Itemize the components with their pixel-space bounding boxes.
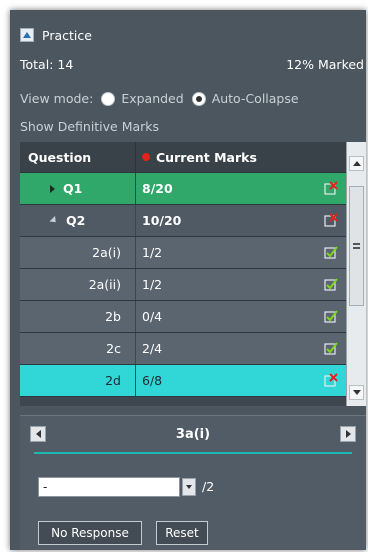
- radio-expanded-label[interactable]: Expanded: [121, 91, 183, 106]
- radio-auto-collapse[interactable]: [191, 91, 206, 106]
- table-row[interactable]: Q1 8/20: [20, 173, 346, 205]
- question-label: Q2: [66, 213, 86, 228]
- cross-icon: [324, 213, 338, 227]
- column-question[interactable]: Question: [20, 142, 136, 172]
- mark-select[interactable]: -: [38, 477, 180, 497]
- check-icon: [324, 310, 338, 323]
- grid-scrollbar[interactable]: [346, 142, 366, 406]
- marks-value: 1/2: [142, 277, 163, 292]
- grid-rows: Q1 8/20 Q2 10/20 2a(i) 1/2 2a(ii) 1/2 2b 0/4 2c 2/4…: [20, 173, 346, 397]
- show-definitive-marks-link[interactable]: Show Definitive Marks: [20, 119, 159, 134]
- view-mode-label: View mode:: [20, 91, 94, 106]
- question-cell: 2a(i): [20, 237, 136, 268]
- scroll-down-icon[interactable]: [349, 385, 364, 400]
- scroll-up-icon[interactable]: [349, 156, 364, 171]
- marks-cell: 8/20: [136, 173, 346, 204]
- marking-panel: Practice Total: 14 12% Marked View mode:…: [10, 10, 366, 550]
- table-row[interactable]: Q2 10/20: [20, 205, 346, 237]
- reset-button[interactable]: Reset: [156, 521, 208, 545]
- no-response-button[interactable]: No Response: [38, 521, 142, 545]
- marks-value: 1/2: [142, 245, 163, 260]
- collapsed-arrow-icon[interactable]: [50, 184, 55, 193]
- marks-cell: 10/20: [136, 205, 346, 236]
- current-question-label: 3a(i): [175, 427, 211, 442]
- alert-dot-icon: [142, 153, 150, 161]
- question-cell: 2d: [20, 365, 136, 396]
- expanded-arrow-icon[interactable]: [49, 215, 59, 226]
- marked-percentage: 12% Marked: [286, 57, 364, 72]
- accent-divider: [34, 452, 352, 454]
- question-label: 2b: [105, 309, 121, 324]
- panel-header: Practice: [20, 26, 92, 44]
- max-mark-label: /2: [202, 479, 215, 494]
- radio-auto-collapse-label[interactable]: Auto-Collapse: [212, 91, 299, 106]
- chevron-down-icon[interactable]: [182, 478, 196, 496]
- next-question-icon[interactable]: [340, 426, 356, 442]
- grid-header: Question Current Marks: [20, 142, 346, 173]
- table-row[interactable]: 2a(ii) 1/2: [20, 269, 346, 301]
- marks-value: 6/8: [142, 373, 163, 388]
- question-label: 2c: [106, 341, 121, 356]
- question-cell: 2b: [20, 301, 136, 332]
- marks-cell: 1/2: [136, 269, 346, 300]
- question-label: 2a(ii): [88, 277, 121, 292]
- marks-cell: 1/2: [136, 237, 346, 268]
- cross-icon: [324, 373, 338, 387]
- column-current-marks[interactable]: Current Marks: [136, 142, 346, 172]
- question-cell: Q2: [20, 205, 136, 236]
- question-navigator: 3a(i): [28, 424, 358, 446]
- marks-value: 8/20: [142, 181, 173, 196]
- table-row[interactable]: 2c 2/4: [20, 333, 346, 365]
- panel-title: Practice: [42, 27, 92, 43]
- check-icon: [324, 342, 338, 355]
- table-row[interactable]: 2d 6/8: [20, 365, 346, 397]
- question-cell: Q1: [20, 173, 136, 204]
- view-mode-group: View mode: Expanded Auto-Collapse: [20, 91, 299, 106]
- marks-value: 2/4: [142, 341, 163, 356]
- radio-expanded[interactable]: [101, 91, 116, 106]
- total-count: Total: 14: [20, 57, 74, 72]
- marks-cell: 0/4: [136, 301, 346, 332]
- question-label: 2a(i): [92, 245, 121, 260]
- scroll-thumb[interactable]: [349, 186, 364, 306]
- marks-value: 10/20: [142, 213, 182, 228]
- check-icon: [324, 246, 338, 259]
- table-row[interactable]: 2b 0/4: [20, 301, 346, 333]
- question-cell: 2c: [20, 333, 136, 364]
- question-label: Q1: [63, 181, 83, 196]
- table-row[interactable]: 2a(i) 1/2: [20, 237, 346, 269]
- marks-cell: 2/4: [136, 333, 346, 364]
- column-current-marks-label: Current Marks: [156, 149, 257, 165]
- marks-cell: 6/8: [136, 365, 346, 396]
- mark-entry-panel: 3a(i) - /2 No Response Reset: [20, 415, 366, 550]
- marks-value: 0/4: [142, 309, 163, 324]
- cross-icon: [324, 181, 338, 195]
- check-icon: [324, 278, 338, 291]
- questions-grid: Question Current Marks Q1 8/20 Q2 10/20 2a(i…: [20, 142, 366, 406]
- question-cell: 2a(ii): [20, 269, 136, 300]
- question-label: 2d: [105, 373, 121, 388]
- collapse-icon[interactable]: [20, 28, 34, 42]
